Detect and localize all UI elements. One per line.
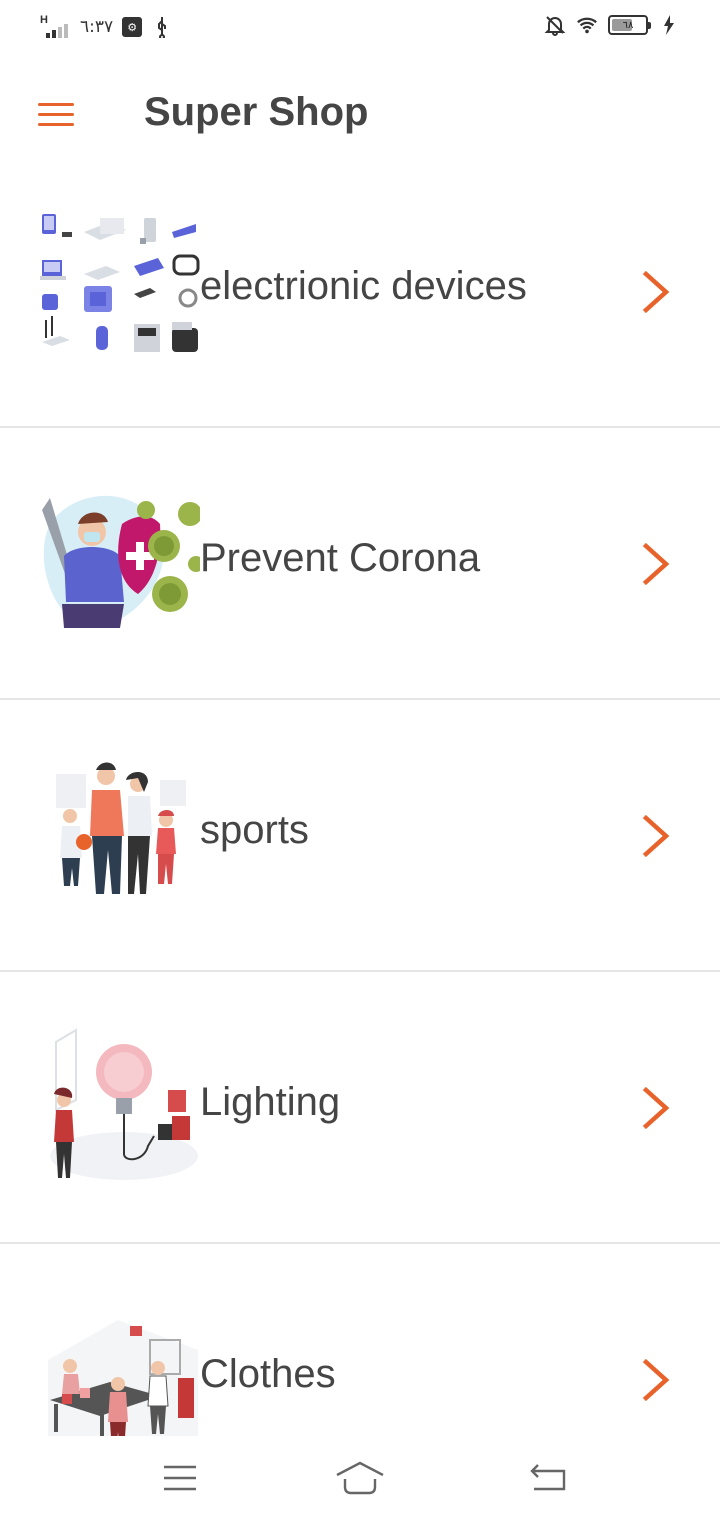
category-label: Lighting xyxy=(200,1080,341,1124)
category-list: electrionic devices Prevent Corona sport… xyxy=(0,156,720,1516)
lighting-illustration xyxy=(40,1028,200,1188)
home-icon[interactable] xyxy=(334,1456,386,1500)
category-item-lighting[interactable]: Lighting xyxy=(0,972,720,1244)
battery-level: ٦٨ xyxy=(622,19,634,31)
category-item-sports[interactable]: sports xyxy=(0,700,720,972)
prevent-corona-illustration xyxy=(40,484,204,644)
battery-icon: ٦٨ xyxy=(608,15,651,35)
recent-apps-icon[interactable] xyxy=(154,1456,206,1500)
usb-icon xyxy=(151,16,173,38)
category-label: Prevent Corona xyxy=(200,536,481,580)
sports-illustration xyxy=(40,756,200,916)
category-label: electrionic devices xyxy=(200,264,527,308)
status-bar: H ٦:٣٧ ⚙ ٦٨ xyxy=(0,0,720,56)
notifications-off-icon xyxy=(544,14,566,36)
system-nav-bar xyxy=(0,1436,720,1520)
category-label: Clothes xyxy=(200,1352,336,1396)
chevron-right-icon xyxy=(642,542,670,586)
signal-icon: H xyxy=(40,14,72,40)
charging-icon xyxy=(658,14,680,36)
chevron-right-icon xyxy=(642,814,670,858)
chevron-right-icon xyxy=(642,270,670,314)
hamburger-menu-icon[interactable] xyxy=(28,92,84,136)
electronic-devices-illustration xyxy=(40,212,200,372)
app-title: Super Shop xyxy=(144,90,369,134)
usb-debug-icon: ⚙ xyxy=(121,16,143,38)
chevron-right-icon xyxy=(642,1086,670,1130)
back-icon[interactable] xyxy=(522,1456,574,1500)
category-item-electronic-devices[interactable]: electrionic devices xyxy=(0,156,720,428)
chevron-right-icon xyxy=(642,1358,670,1402)
category-label: sports xyxy=(200,808,309,852)
category-item-prevent-corona[interactable]: Prevent Corona xyxy=(0,428,720,700)
network-type: H xyxy=(40,14,48,26)
clock: ٦:٣٧ xyxy=(80,17,114,37)
wifi-icon xyxy=(576,14,598,36)
